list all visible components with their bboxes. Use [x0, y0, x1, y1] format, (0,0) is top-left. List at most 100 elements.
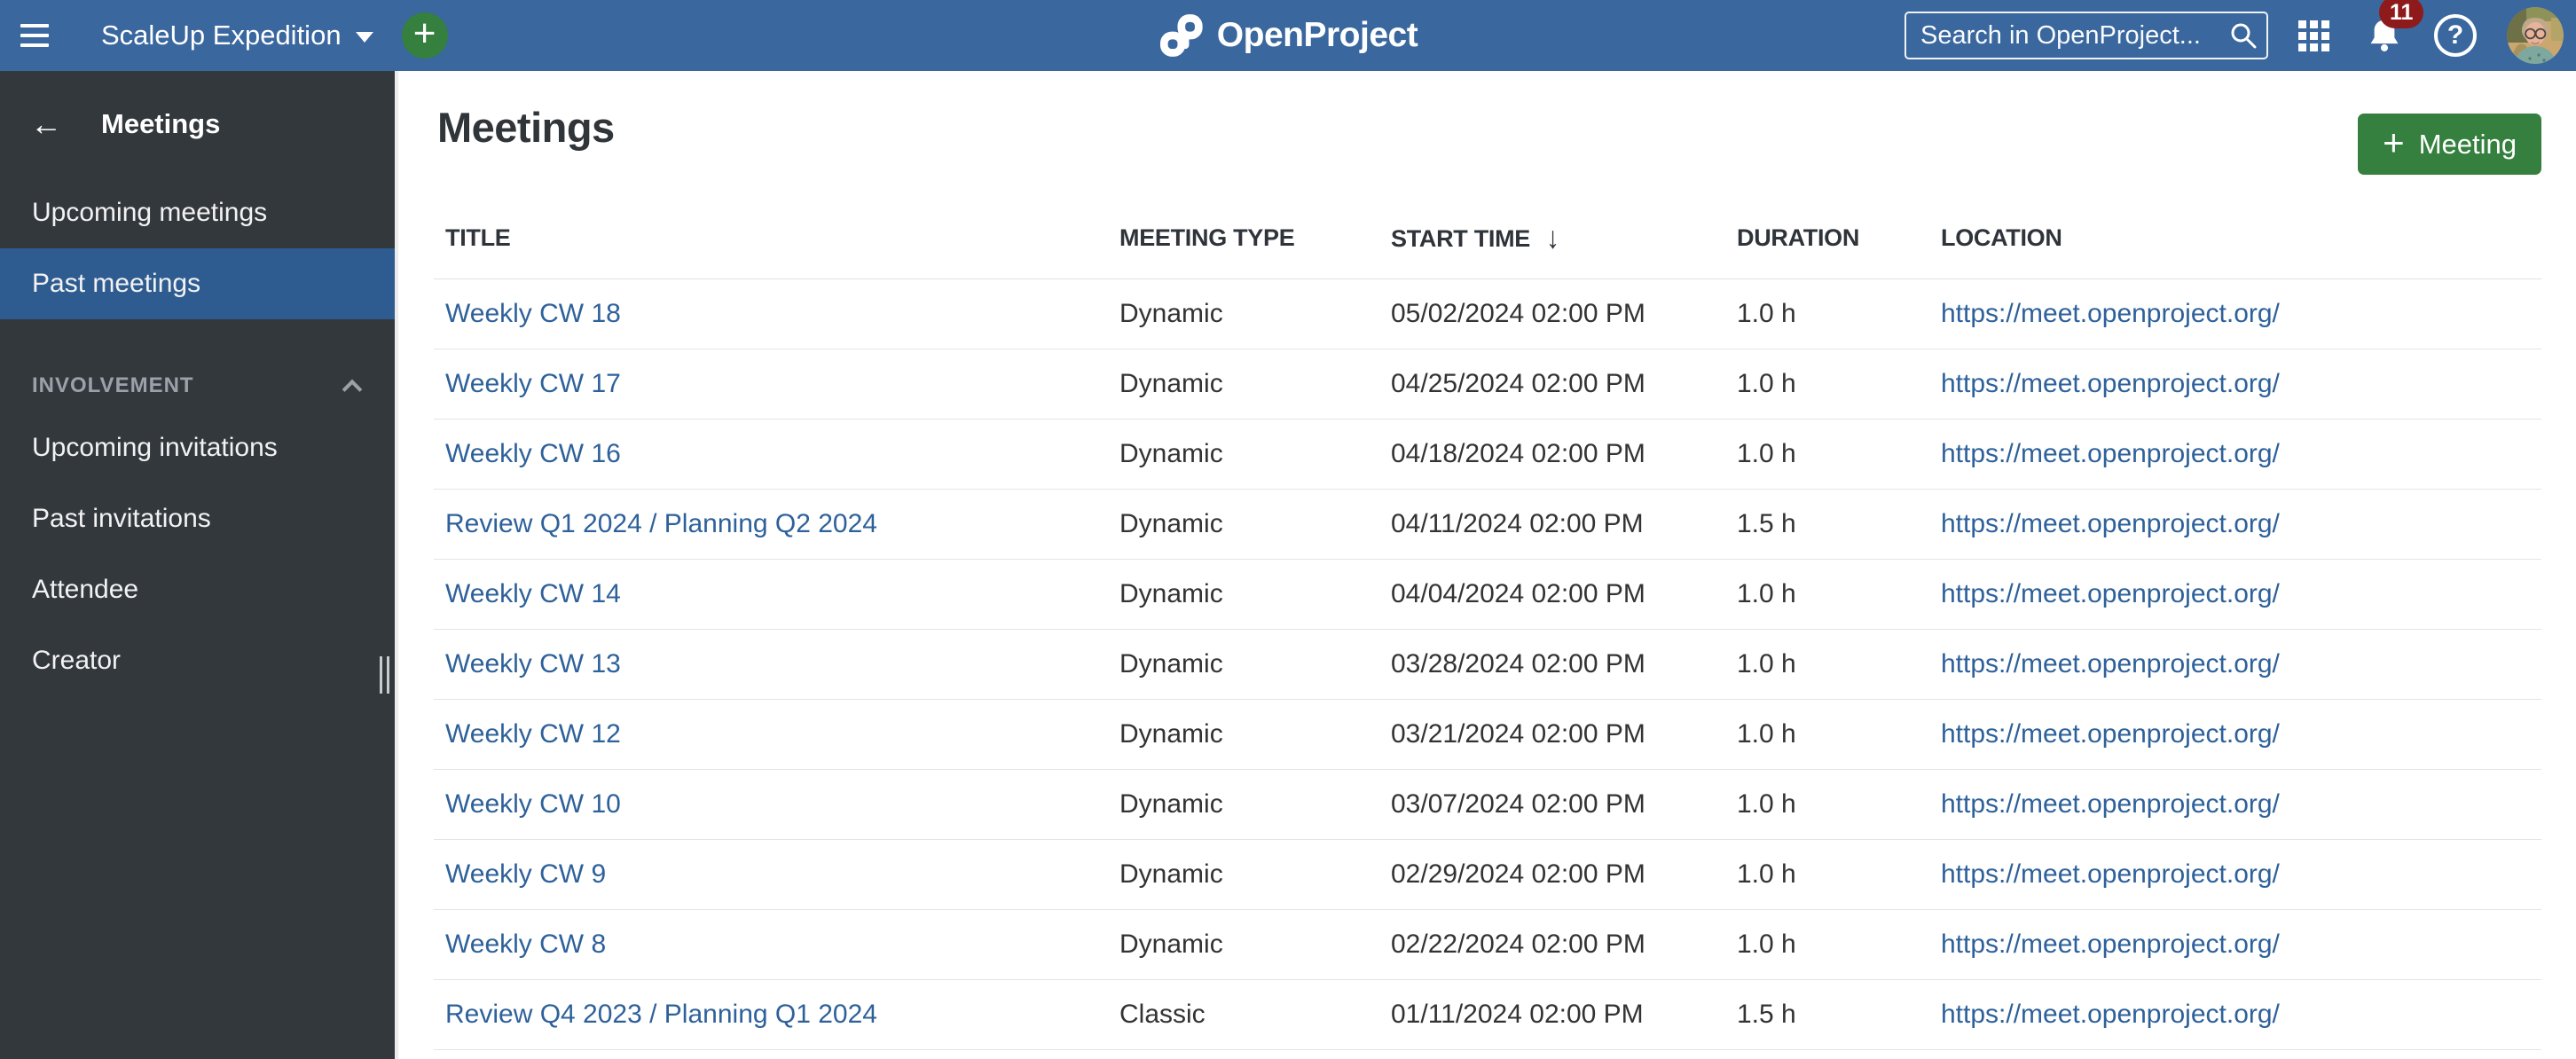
project-selector[interactable]: ScaleUp Expedition — [69, 0, 397, 71]
meeting-duration: 1.0 h — [1737, 930, 1796, 959]
sidebar-item-upcoming-meetings[interactable]: Upcoming meetings — [0, 177, 395, 248]
meeting-duration: 1.0 h — [1737, 439, 1796, 468]
meeting-location-link[interactable]: https://meet.openproject.org/ — [1941, 299, 2280, 328]
meeting-location-link[interactable]: https://meet.openproject.org/ — [1941, 369, 2280, 398]
meeting-row: Weekly CW 17 Dynamic 04/25/2024 02:00 PM… — [434, 349, 2541, 420]
add-meeting-button[interactable]: + Meeting — [2358, 114, 2541, 175]
meeting-title-link[interactable]: Weekly CW 18 — [445, 299, 621, 328]
meeting-row: Weekly CW 18 Dynamic 05/02/2024 02:00 PM… — [434, 279, 2541, 349]
meetings-table: TITLE MEETING TYPE START TIME ↓ DURATION … — [434, 198, 2541, 1050]
sidebar-item-attendee[interactable]: Attendee — [0, 554, 395, 625]
meeting-type: Dynamic — [1119, 299, 1223, 328]
meeting-start-time: 04/04/2024 02:00 PM — [1391, 579, 1645, 608]
meeting-type: Dynamic — [1119, 789, 1223, 819]
meeting-duration: 1.0 h — [1737, 859, 1796, 889]
meeting-row: Weekly CW 9 Dynamic 02/29/2024 02:00 PM … — [434, 840, 2541, 910]
plus-icon: + — [412, 12, 436, 55]
notifications-button[interactable]: 11 — [2365, 0, 2424, 55]
meeting-start-time: 01/11/2024 02:00 PM — [1391, 1000, 1644, 1029]
meeting-duration: 1.5 h — [1737, 1000, 1796, 1029]
meeting-title-link[interactable]: Weekly CW 13 — [445, 649, 621, 679]
meeting-location-link[interactable]: https://meet.openproject.org/ — [1941, 439, 2280, 468]
meeting-title-link[interactable]: Weekly CW 9 — [445, 859, 606, 889]
meeting-location-link[interactable]: https://meet.openproject.org/ — [1941, 859, 2280, 889]
sidebar-title: Meetings — [101, 108, 221, 139]
meeting-row: Weekly CW 13 Dynamic 03/28/2024 02:00 PM… — [434, 630, 2541, 700]
notification-badge: 11 — [2379, 0, 2424, 28]
column-header-start-time[interactable]: START TIME ↓ — [1379, 224, 1725, 254]
meeting-duration: 1.0 h — [1737, 299, 1796, 328]
avatar-photo — [2507, 7, 2564, 64]
meeting-location-link[interactable]: https://meet.openproject.org/ — [1941, 579, 2280, 608]
meeting-title-link[interactable]: Weekly CW 16 — [445, 439, 621, 468]
column-header-duration[interactable]: DURATION — [1725, 224, 1929, 252]
help-button[interactable]: ? — [2434, 14, 2477, 57]
search-input[interactable] — [1905, 12, 2268, 59]
meeting-location-link[interactable]: https://meet.openproject.org/ — [1941, 509, 2280, 538]
top-bar: ScaleUp Expedition + OpenProject Search … — [0, 0, 2576, 71]
meeting-title-link[interactable]: Review Q1 2024 / Planning Q2 2024 — [445, 509, 877, 538]
sidebar-item-past-meetings[interactable]: Past meetings — [0, 248, 395, 319]
back-arrow-icon[interactable]: ← — [30, 108, 62, 140]
meeting-row: Review Q4 2023 / Planning Q1 2024 Classi… — [434, 980, 2541, 1050]
column-header-title[interactable]: TITLE — [434, 224, 1108, 252]
sidebar-section-involvement[interactable]: INVOLVEMENT — [0, 359, 395, 412]
sidebar-item-creator[interactable]: Creator — [0, 625, 395, 696]
meeting-start-time: 02/22/2024 02:00 PM — [1391, 930, 1645, 959]
meeting-type: Dynamic — [1119, 649, 1223, 679]
meeting-title-link[interactable]: Weekly CW 12 — [445, 719, 621, 749]
column-header-meeting-type[interactable]: MEETING TYPE — [1108, 224, 1379, 252]
meeting-start-time: 05/02/2024 02:00 PM — [1391, 299, 1645, 328]
meeting-duration: 1.0 h — [1737, 789, 1796, 819]
meeting-type: Dynamic — [1119, 509, 1223, 538]
involvement-menu: Upcoming invitations Past invitations At… — [0, 412, 395, 696]
meeting-location-link[interactable]: https://meet.openproject.org/ — [1941, 719, 2280, 749]
add-meeting-label: Meeting — [2418, 128, 2517, 160]
project-selector-label: ScaleUp Expedition — [101, 20, 342, 51]
global-search — [1905, 12, 2268, 59]
meeting-title-link[interactable]: Weekly CW 17 — [445, 369, 621, 398]
plus-icon: + — [2383, 121, 2405, 163]
meeting-location-link[interactable]: https://meet.openproject.org/ — [1941, 930, 2280, 959]
main-content: Meetings + Meeting TITLE MEETING TYPE ST… — [395, 71, 2576, 1059]
meeting-type: Dynamic — [1119, 369, 1223, 398]
meeting-row: Weekly CW 12 Dynamic 03/21/2024 02:00 PM… — [434, 700, 2541, 770]
meeting-title-link[interactable]: Review Q4 2023 / Planning Q1 2024 — [445, 1000, 877, 1029]
meeting-start-time: 04/18/2024 02:00 PM — [1391, 439, 1645, 468]
table-header-row: TITLE MEETING TYPE START TIME ↓ DURATION … — [434, 198, 2541, 279]
meeting-start-time: 04/11/2024 02:00 PM — [1391, 509, 1644, 538]
meeting-title-link[interactable]: Weekly CW 10 — [445, 789, 621, 819]
grid-icon — [2298, 20, 2329, 51]
sidebar-item-past-invitations[interactable]: Past invitations — [0, 483, 395, 554]
meeting-type: Dynamic — [1119, 859, 1223, 889]
modules-menu-button[interactable] — [2298, 20, 2329, 51]
meeting-start-time: 04/25/2024 02:00 PM — [1391, 369, 1645, 398]
meeting-duration: 1.0 h — [1737, 579, 1796, 608]
meeting-title-link[interactable]: Weekly CW 14 — [445, 579, 621, 608]
user-avatar[interactable] — [2507, 7, 2564, 64]
meeting-type: Dynamic — [1119, 719, 1223, 749]
column-header-location[interactable]: LOCATION — [1929, 224, 2541, 252]
meeting-duration: 1.5 h — [1737, 509, 1796, 538]
meeting-row: Weekly CW 16 Dynamic 04/18/2024 02:00 PM… — [434, 420, 2541, 490]
search-icon[interactable] — [2229, 21, 2258, 50]
meeting-location-link[interactable]: https://meet.openproject.org/ — [1941, 649, 2280, 679]
meeting-title-link[interactable]: Weekly CW 8 — [445, 930, 606, 959]
hamburger-menu-icon[interactable] — [0, 0, 69, 71]
meeting-location-link[interactable]: https://meet.openproject.org/ — [1941, 1000, 2280, 1029]
openproject-logo[interactable]: OpenProject — [1158, 0, 1418, 71]
table-body: Weekly CW 18 Dynamic 05/02/2024 02:00 PM… — [434, 279, 2541, 1050]
meeting-type: Classic — [1119, 1000, 1206, 1029]
meeting-row: Weekly CW 10 Dynamic 03/07/2024 02:00 PM… — [434, 770, 2541, 840]
meeting-row: Weekly CW 8 Dynamic 02/22/2024 02:00 PM … — [434, 910, 2541, 980]
openproject-logo-text: OpenProject — [1216, 16, 1418, 54]
meeting-row: Review Q1 2024 / Planning Q2 2024 Dynami… — [434, 490, 2541, 560]
meeting-location-link[interactable]: https://meet.openproject.org/ — [1941, 789, 2280, 819]
sidebar: ← Meetings Upcoming meetings Past meetin… — [0, 71, 395, 1059]
sidebar-item-upcoming-invitations[interactable]: Upcoming invitations — [0, 412, 395, 483]
meeting-type: Dynamic — [1119, 930, 1223, 959]
sidebar-resize-handle[interactable] — [380, 656, 389, 694]
global-add-button[interactable]: + — [401, 12, 448, 59]
meeting-duration: 1.0 h — [1737, 719, 1796, 749]
meeting-type: Dynamic — [1119, 439, 1223, 468]
